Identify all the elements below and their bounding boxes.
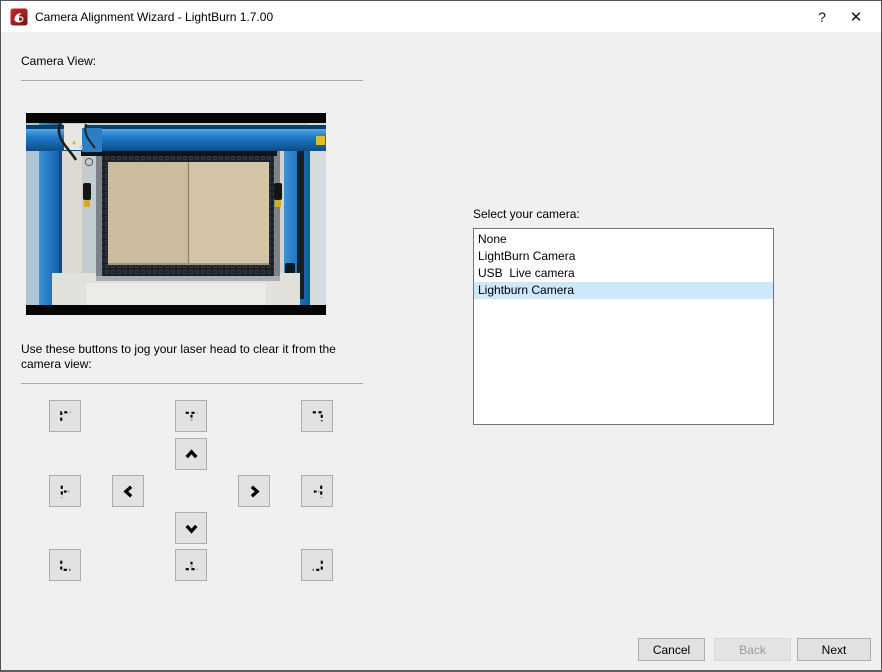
jog-corner-bottom-right-button[interactable] bbox=[301, 549, 333, 581]
edge-top-icon bbox=[185, 411, 197, 420]
camera-alignment-wizard-window: Camera Alignment Wizard - LightBurn 1.7.… bbox=[0, 0, 882, 672]
jog-corner-top-right-button[interactable] bbox=[301, 400, 333, 432]
cancel-button[interactable]: Cancel bbox=[638, 638, 705, 661]
jog-edge-left-button[interactable] bbox=[49, 475, 81, 507]
chevron-right-icon bbox=[250, 484, 260, 498]
jog-edge-right-button[interactable] bbox=[301, 475, 333, 507]
jog-instructions-text: Use these buttons to jog your laser head… bbox=[21, 342, 336, 371]
chevron-up-icon bbox=[184, 448, 198, 458]
help-button[interactable]: ? bbox=[805, 1, 839, 32]
jog-right-button[interactable] bbox=[238, 475, 270, 507]
separator-top bbox=[21, 80, 363, 81]
edge-right-icon bbox=[313, 485, 322, 497]
camera-list[interactable]: None LightBurn Camera USB Live camera Li… bbox=[473, 228, 774, 425]
jog-corner-bottom-left-button[interactable] bbox=[49, 549, 81, 581]
back-button[interactable]: Back bbox=[714, 638, 791, 661]
camera-preview-image bbox=[26, 113, 326, 315]
jog-up-button[interactable] bbox=[175, 438, 207, 470]
corner-bottom-left-icon bbox=[59, 560, 70, 571]
jog-left-button[interactable] bbox=[112, 475, 144, 507]
chevron-down-icon bbox=[184, 524, 198, 534]
window-title: Camera Alignment Wizard - LightBurn 1.7.… bbox=[35, 9, 274, 24]
select-camera-label: Select your camera: bbox=[473, 207, 580, 221]
jog-edge-top-button[interactable] bbox=[175, 400, 207, 432]
close-button[interactable]: ✕ bbox=[839, 1, 873, 32]
next-button[interactable]: Next bbox=[797, 638, 871, 661]
title-bar: Camera Alignment Wizard - LightBurn 1.7.… bbox=[1, 1, 881, 32]
camera-list-item-lightburn-camera-selected[interactable]: Lightburn Camera bbox=[474, 282, 773, 299]
camera-list-item-lightburn-camera[interactable]: LightBurn Camera bbox=[474, 248, 773, 265]
jog-corner-top-left-button[interactable] bbox=[49, 400, 81, 432]
camera-list-item-none[interactable]: None bbox=[474, 231, 773, 248]
corner-bottom-right-icon bbox=[312, 560, 323, 571]
edge-bottom-icon bbox=[185, 561, 197, 570]
corner-top-left-icon bbox=[59, 410, 70, 421]
camera-list-item-usb-live-camera[interactable]: USB Live camera bbox=[474, 265, 773, 282]
chevron-left-icon bbox=[122, 484, 132, 498]
lightburn-logo-icon bbox=[10, 8, 28, 25]
edge-left-icon bbox=[60, 485, 69, 497]
separator-jog bbox=[21, 383, 363, 384]
jog-down-button[interactable] bbox=[175, 512, 207, 544]
jog-edge-bottom-button[interactable] bbox=[175, 549, 207, 581]
corner-top-right-icon bbox=[312, 410, 323, 421]
camera-view-label: Camera View: bbox=[21, 54, 97, 68]
